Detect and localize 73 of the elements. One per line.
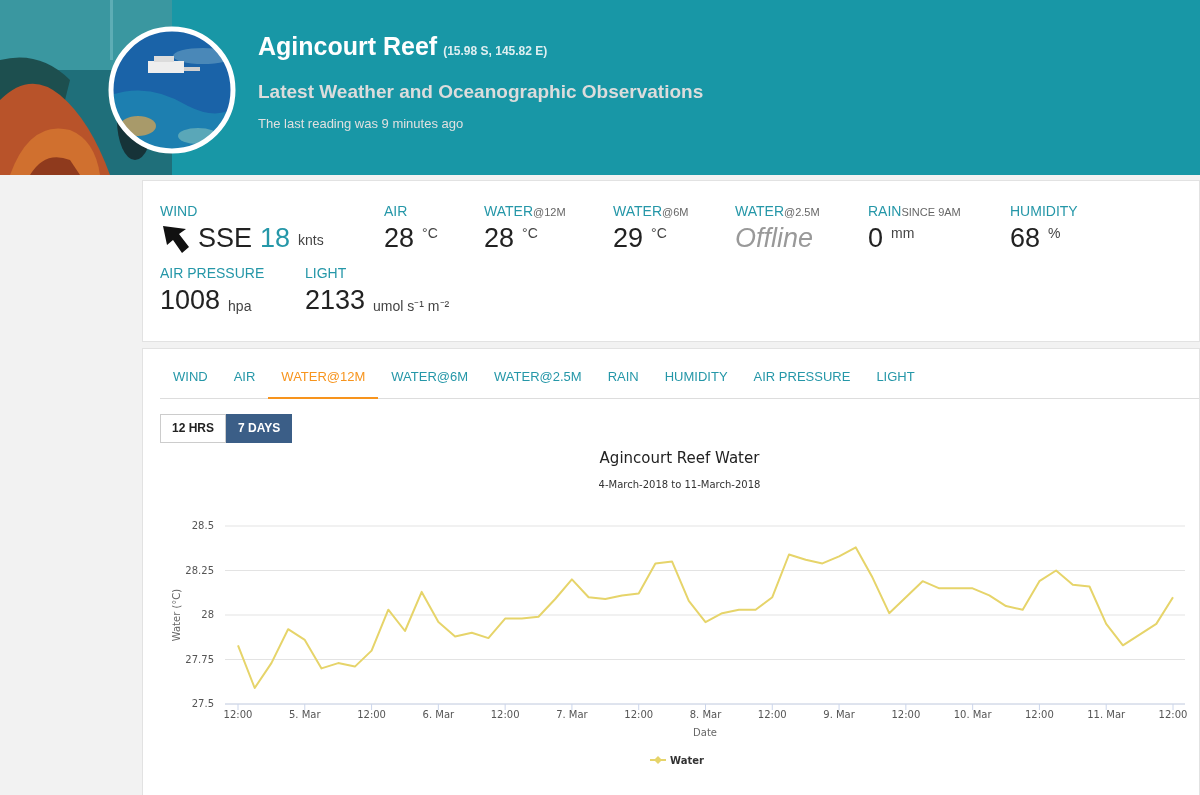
chart-title: Agincourt Reef Water <box>599 447 760 469</box>
tab[interactable]: WIND <box>160 365 221 399</box>
unit: umol s⁻¹ m⁻² <box>373 297 450 316</box>
x-tick-label: 12:00 <box>490 709 520 720</box>
reading-value: 29 <box>613 222 644 255</box>
station-title: Agincourt Reef <box>258 31 438 62</box>
x-tick-label: 12:00 <box>223 709 253 720</box>
y-tick-label: 28 <box>201 609 214 620</box>
x-tick-label: 12:00 <box>891 709 921 720</box>
unit: % <box>1048 224 1061 243</box>
range-button[interactable]: 12 HRS <box>160 413 227 443</box>
reading-label: AIR PRESSURE <box>160 264 265 283</box>
reading-label: WATER <box>484 202 533 221</box>
reading-value: 1008 <box>160 284 221 317</box>
x-tick-label: 9. Mar <box>823 709 855 720</box>
tab[interactable]: AIR PRESSURE <box>740 365 864 399</box>
x-tick-label: 11. Mar <box>1087 709 1126 720</box>
reading-label-suffix: @12M <box>533 205 566 220</box>
tab[interactable]: RAIN <box>594 365 652 399</box>
reading-label: AIR <box>384 202 408 221</box>
reading-value: 28 <box>384 222 415 255</box>
reading-label-suffix: @6M <box>662 205 689 220</box>
x-axis-title: Date <box>693 727 717 738</box>
x-tick-label: 5. Mar <box>289 709 321 720</box>
y-tick-label: 28.5 <box>191 520 214 531</box>
reading-label: LIGHT <box>305 264 347 283</box>
unit: °C <box>522 224 538 243</box>
x-tick-label: 12:00 <box>757 709 787 720</box>
arrow-icon <box>160 223 190 255</box>
legend-label: Water <box>670 755 704 766</box>
x-tick-label: 10. Mar <box>953 709 992 720</box>
reading-value: 28 <box>484 222 515 255</box>
x-tick-label: 7. Mar <box>556 709 588 720</box>
y-tick-label: 28.25 <box>185 564 214 576</box>
reading-label-suffix: SINCE 9AM <box>901 205 961 220</box>
reading-label: WIND <box>160 202 198 221</box>
range-button[interactable]: 7 DAYS <box>226 413 293 443</box>
reading-label: WATER <box>613 202 662 221</box>
coordinates: (15.98 S, 145.82 E) <box>443 43 548 60</box>
tab[interactable]: LIGHT <box>863 365 928 399</box>
reading-value: 68 <box>1010 222 1041 255</box>
tab[interactable]: WATER@6M <box>378 365 482 399</box>
unit: °C <box>651 224 667 243</box>
reading-label-suffix: @2.5M <box>784 205 820 220</box>
reading-value: 2133 <box>305 284 366 317</box>
legend-marker-icon <box>649 756 667 764</box>
unit: °C <box>422 224 438 243</box>
y-tick-label: 27.75 <box>185 653 214 665</box>
tab[interactable]: HUMIDITY <box>651 365 741 399</box>
wind-speed: 18 <box>260 222 291 255</box>
reading-label: RAIN <box>868 202 902 221</box>
last-reading-text: The last reading was 9 minutes ago <box>258 115 465 133</box>
unit: knts <box>298 231 324 250</box>
x-tick-label: 12:00 <box>624 709 654 720</box>
unit: hpa <box>228 297 252 316</box>
x-tick-label: 12:00 <box>1025 709 1054 720</box>
unit: mm <box>891 224 915 243</box>
x-tick-label: 12:00 <box>357 709 386 720</box>
reading-value: 0 <box>868 222 884 255</box>
wind-direction: SSE <box>198 222 253 255</box>
x-tick-label: 8. Mar <box>689 709 722 720</box>
chart-subtitle: 4-March-2018 to 11-March-2018 <box>598 478 761 492</box>
offline-status: Offline <box>735 223 814 253</box>
reading-label: HUMIDITY <box>1010 202 1078 221</box>
x-tick-label: 12:00 <box>1158 709 1188 720</box>
reading-label: WATER <box>735 202 784 221</box>
subtitle: Latest Weather and Oceanographic Observations <box>258 79 704 104</box>
x-tick-label: 6. Mar <box>422 709 455 720</box>
tab[interactable]: AIR <box>220 365 269 399</box>
y-axis-title: Water (°C) <box>171 588 182 642</box>
tab[interactable]: WATER@12M <box>268 365 379 399</box>
tab[interactable]: WATER@2.5M <box>481 365 595 399</box>
y-tick-label: 27.5 <box>191 698 214 709</box>
